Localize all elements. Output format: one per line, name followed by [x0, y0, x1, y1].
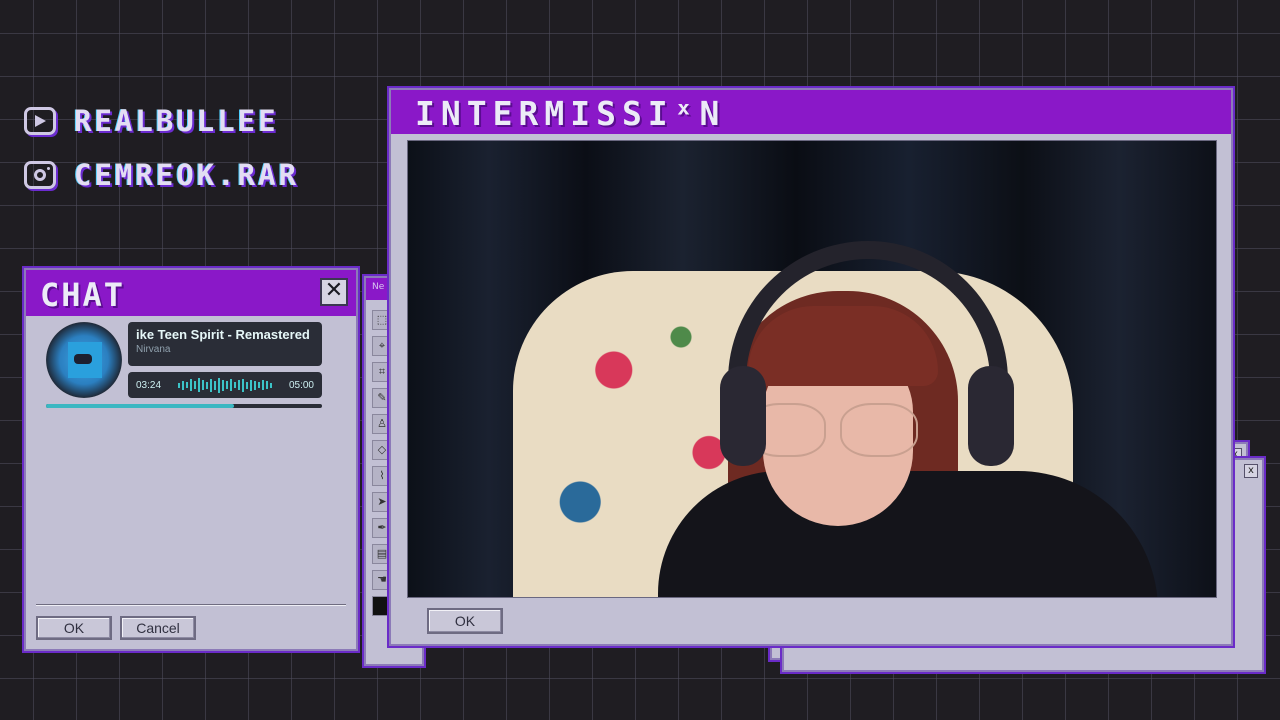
headphones: [728, 241, 1008, 391]
instagram-social: CEMREOK.RAR: [24, 158, 299, 192]
streamer-body: [658, 471, 1158, 597]
instagram-handle: CEMREOK.RAR: [74, 158, 300, 192]
progress-track[interactable]: [46, 404, 322, 408]
track-artist: Nirvana: [136, 344, 171, 355]
intermission-window: INTERMISSIˣN OK: [389, 88, 1233, 646]
left-earcup: [720, 366, 766, 466]
youtube-icon: [24, 107, 56, 135]
right-earcup: [968, 366, 1014, 466]
intermission-titlebar: INTERMISSIˣN: [391, 90, 1231, 134]
webcam-video: [407, 140, 1217, 598]
youtube-handle: REALBULLEE: [74, 104, 279, 138]
cancel-button[interactable]: Cancel: [120, 616, 196, 640]
instagram-icon: [24, 161, 56, 189]
elapsed-time: 03:24: [136, 379, 162, 391]
playback-bar: 03:24 05:00: [128, 372, 322, 398]
progress-fill: [46, 404, 234, 408]
track-title: ike Teen Spirit - Remastered: [136, 327, 310, 342]
divider: [36, 604, 346, 606]
now-playing-card: ike Teen Spirit - Remastered Nirvana: [128, 322, 322, 366]
chat-title: CHAT: [40, 276, 126, 314]
close-icon[interactable]: x: [1244, 464, 1258, 478]
waveform: [178, 377, 272, 393]
intermission-title: INTERMISSIˣN: [415, 94, 726, 133]
chat-window: CHAT ✕ ike Teen Spirit - Remastered Nirv…: [24, 268, 358, 651]
album-art: [46, 322, 122, 398]
ok-button[interactable]: OK: [36, 616, 112, 640]
chat-titlebar: CHAT ✕: [26, 270, 356, 316]
youtube-social: REALBULLEE: [24, 104, 279, 138]
duration-time: 05:00: [288, 379, 314, 391]
close-button[interactable]: ✕: [320, 278, 348, 306]
glasses: [748, 403, 928, 459]
ok-button[interactable]: OK: [427, 608, 503, 634]
